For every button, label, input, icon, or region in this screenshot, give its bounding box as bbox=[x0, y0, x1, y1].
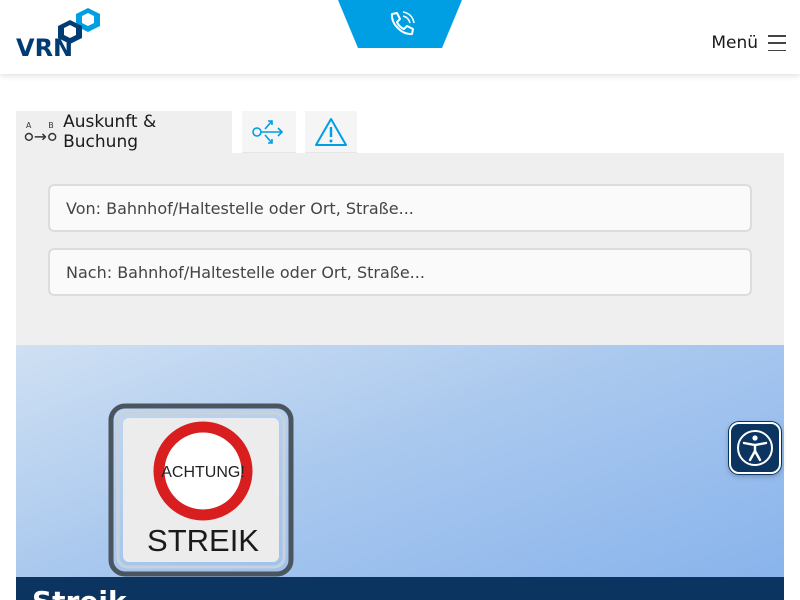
to-input[interactable] bbox=[66, 262, 750, 282]
route-a-to-b-icon: A B bbox=[24, 121, 57, 142]
svg-text:B: B bbox=[48, 121, 53, 130]
journey-search-panel bbox=[16, 153, 784, 345]
hero-caption-text: Streik bbox=[32, 585, 127, 600]
sign-bottom-text: STREIK bbox=[147, 523, 259, 558]
site-header: VRN Menü bbox=[0, 0, 800, 74]
tab-auskunft-buchung[interactable]: A B Auskunft & Buchung bbox=[16, 111, 232, 153]
phone-contact-button[interactable] bbox=[338, 0, 462, 48]
sign-top-text: ACHTUNG! bbox=[161, 464, 245, 481]
menu-label: Menü bbox=[711, 33, 758, 53]
tab-label: Auskunft & Buchung bbox=[63, 112, 157, 152]
warning-triangle-icon bbox=[315, 117, 347, 146]
from-field[interactable] bbox=[48, 184, 752, 232]
hero-banner[interactable]: ACHTUNG! STREIK Streik bbox=[16, 345, 784, 600]
to-field[interactable] bbox=[48, 248, 752, 296]
vrn-logo[interactable]: VRN bbox=[16, 8, 100, 62]
tab-disruptions[interactable] bbox=[305, 111, 357, 153]
hero-caption: Streik bbox=[16, 577, 784, 600]
tab-connections[interactable] bbox=[242, 111, 296, 153]
vrn-logo-mark-icon bbox=[58, 8, 100, 44]
hamburger-icon bbox=[768, 35, 786, 51]
from-input[interactable] bbox=[66, 198, 750, 218]
svg-text:A: A bbox=[26, 121, 32, 130]
accessibility-button[interactable] bbox=[729, 422, 781, 474]
accessibility-person-icon bbox=[737, 430, 773, 466]
menu-button[interactable]: Menü bbox=[711, 31, 786, 55]
share-connections-icon bbox=[252, 119, 284, 144]
strike-sign-image: ACHTUNG! STREIK bbox=[108, 403, 294, 577]
